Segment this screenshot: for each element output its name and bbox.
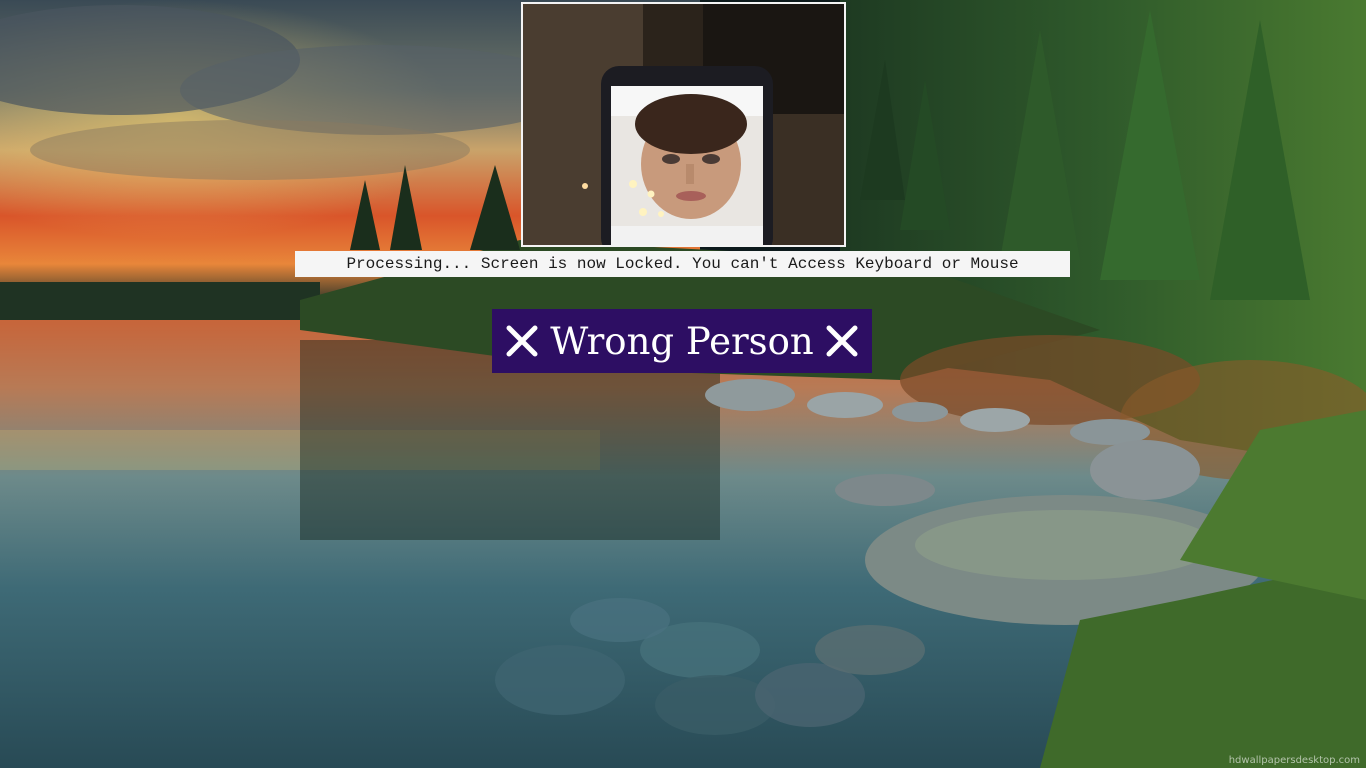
- result-badge: Wrong Person: [492, 309, 872, 373]
- cross-mark-icon: [506, 325, 538, 357]
- webcam-preview: [521, 2, 846, 247]
- result-text: Wrong Person: [550, 319, 814, 363]
- wallpaper-watermark: hdwallpapersdesktop.com: [1228, 755, 1360, 766]
- camera-image: [523, 4, 844, 245]
- lock-status-message: Processing... Screen is now Locked. You …: [295, 251, 1070, 277]
- cross-mark-icon: [826, 325, 858, 357]
- lock-screen: Processing... Screen is now Locked. You …: [0, 0, 1366, 768]
